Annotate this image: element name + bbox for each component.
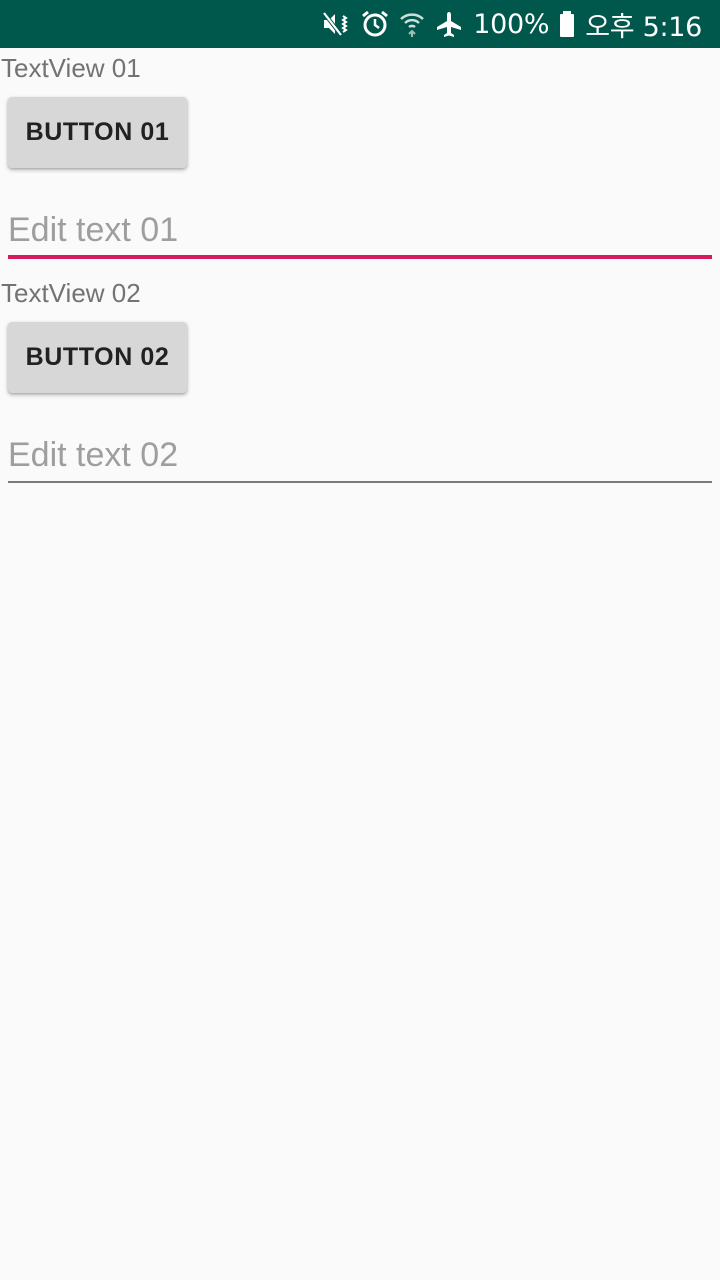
- status-icons: 100% 오후 5:16: [321, 0, 702, 48]
- edit-text-01[interactable]: [8, 205, 712, 255]
- button-02[interactable]: BUTTON 02: [8, 322, 187, 393]
- textview-01: TextView 01: [1, 53, 141, 83]
- status-bar: 100% 오후 5:16: [0, 0, 720, 48]
- main-content: TextView 01 BUTTON 01 TextView 02 BUTTON…: [0, 48, 720, 1280]
- edit-text-01-underline: [8, 255, 712, 259]
- edit-text-02[interactable]: [8, 430, 712, 480]
- clock: 오후 5:16: [585, 11, 702, 43]
- edit-text-02-underline: [8, 481, 712, 483]
- alarm-icon: [361, 10, 389, 38]
- edit-text-01-container: [8, 205, 712, 261]
- airplane-mode-icon: [435, 10, 463, 38]
- edit-text-02-container: [8, 430, 712, 486]
- mute-vibrate-icon: [321, 9, 351, 39]
- wifi-icon: [399, 10, 425, 38]
- textview-02: TextView 02: [1, 278, 141, 308]
- battery-full-icon: [559, 10, 575, 38]
- battery-percentage: 100%: [473, 8, 550, 40]
- button-01[interactable]: BUTTON 01: [8, 97, 187, 168]
